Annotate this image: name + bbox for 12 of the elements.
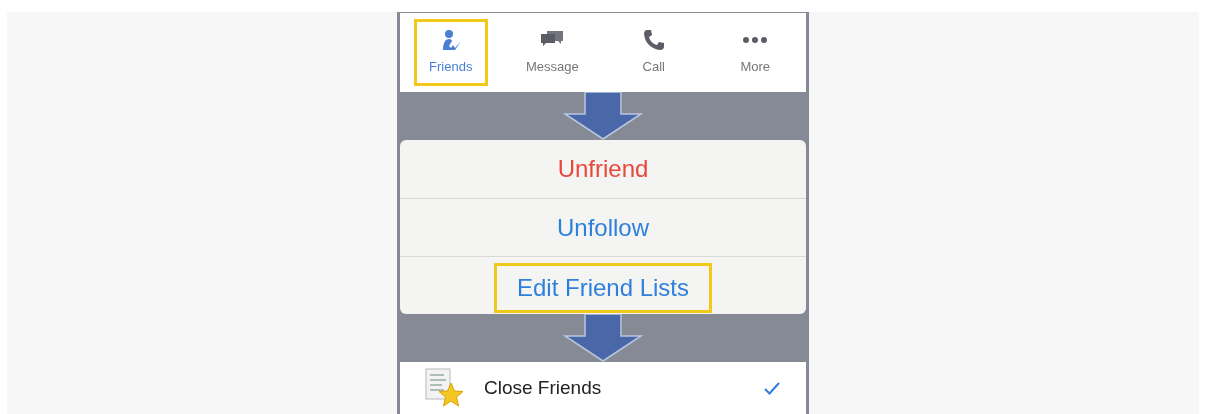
action-button[interactable]: Edit Friend Lists — [493, 263, 713, 313]
document-star-icon — [424, 367, 464, 409]
more-dots-icon — [742, 35, 769, 44]
tab[interactable]: Call — [616, 19, 691, 86]
action-button[interactable]: Unfollow — [552, 209, 653, 246]
phone-icon — [642, 28, 665, 51]
action-button[interactable]: Unfriend — [553, 151, 653, 187]
list-row[interactable]: Close Friends — [400, 362, 806, 414]
list-name: Close Friends — [484, 375, 603, 400]
tab[interactable]: Message — [515, 19, 590, 86]
tab[interactable]: More — [718, 19, 793, 86]
tab[interactable]: Friends — [413, 19, 488, 86]
